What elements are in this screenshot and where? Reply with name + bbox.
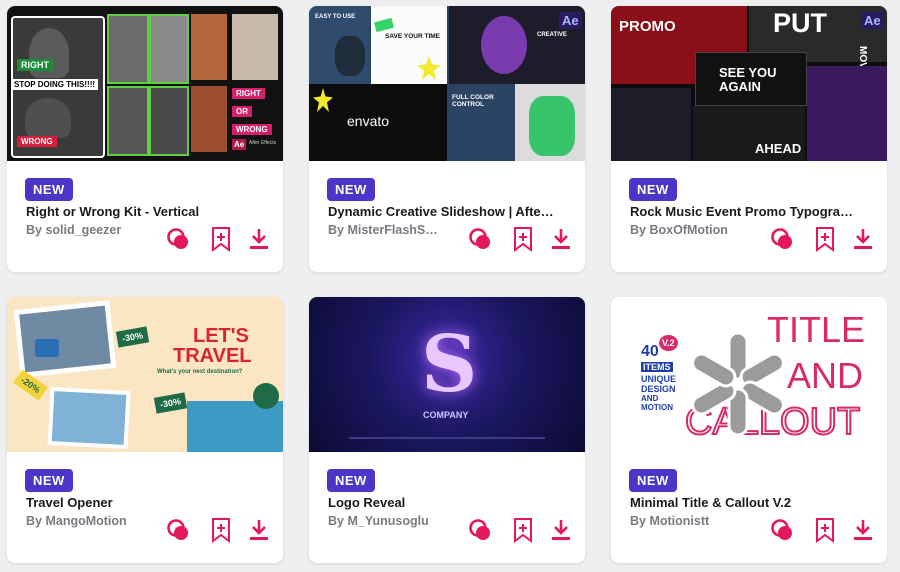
item-actions <box>165 516 275 544</box>
item-thumbnail[interactable]: PROMO PUT Ae MOVE ON SEE YOU AGAIN AHEAD <box>611 6 887 161</box>
item-actions <box>165 225 275 253</box>
thumb-save-label: SAVE YOUR TIME <box>385 33 441 40</box>
preview-icon[interactable] <box>467 225 495 253</box>
item-author[interactable]: By M_Yunusoglu <box>328 514 463 528</box>
item-card[interactable]: EASY TO USE SAVE YOUR TIME CREATIVE Ae e… <box>309 6 585 272</box>
loading-spinner-icon <box>691 331 785 437</box>
thumb-travel-label: TRAVEL <box>173 345 252 367</box>
thumb-ahead-label: AHEAD <box>755 141 802 156</box>
bookmark-icon[interactable] <box>811 516 839 544</box>
thumb-full-label: FULL COLOR CONTROL <box>452 94 494 108</box>
item-title[interactable]: Right or Wrong Kit - Vertical <box>26 204 271 219</box>
thumb-v2-label: V.2 <box>659 335 678 351</box>
preview-icon[interactable] <box>165 225 193 253</box>
thumb-andsmall-label: AND <box>641 394 659 403</box>
thumb-company-label: COMPANY <box>423 410 469 420</box>
item-title[interactable]: Logo Reveal <box>328 495 573 510</box>
bookmark-icon[interactable] <box>509 516 537 544</box>
thumb-dest-label: What's your next destination? <box>157 369 243 375</box>
item-actions <box>467 516 577 544</box>
item-card[interactable]: -30% LET'S TRAVEL What's your next desti… <box>7 297 283 563</box>
bookmark-icon[interactable] <box>811 225 839 253</box>
download-icon[interactable] <box>849 516 877 544</box>
item-title[interactable]: Rock Music Event Promo Typography <box>630 204 860 219</box>
item-grid: RIGHT STOP DOING THIS!!!! WRONG RIGHT OR… <box>0 0 900 572</box>
item-thumbnail[interactable]: TITLE AND CALLOUT 40 V.2 ITEMS UNIQUE DE… <box>611 297 887 452</box>
preview-icon[interactable] <box>769 225 797 253</box>
item-thumbnail[interactable]: EASY TO USE SAVE YOUR TIME CREATIVE Ae e… <box>309 6 585 161</box>
thumb-creative-label: CREATIVE <box>537 32 567 38</box>
thumb-after-label: After Effects <box>249 140 277 146</box>
download-icon[interactable] <box>547 225 575 253</box>
item-card[interactable]: RIGHT STOP DOING THIS!!!! WRONG RIGHT OR… <box>7 6 283 272</box>
item-thumbnail[interactable]: S COMPANY <box>309 297 585 452</box>
bookmark-icon[interactable] <box>207 225 235 253</box>
thumb-num-label: 40 <box>641 343 659 360</box>
item-actions <box>769 516 879 544</box>
thumb-put-label: PUT <box>773 8 827 38</box>
thumb-envato-label: envato <box>347 113 390 129</box>
download-icon[interactable] <box>547 516 575 544</box>
thumb-items-label: ITEMS <box>641 362 673 372</box>
thumb-right2-label: RIGHT <box>232 88 265 99</box>
thumb-promo-label: PROMO <box>619 18 676 35</box>
item-author[interactable]: By MisterFlashStudio <box>328 223 440 237</box>
preview-icon[interactable] <box>467 516 495 544</box>
item-thumbnail[interactable]: RIGHT STOP DOING THIS!!!! WRONG RIGHT OR… <box>7 6 283 161</box>
download-icon[interactable] <box>245 225 273 253</box>
new-badge: NEW <box>629 178 677 201</box>
thumb-design-label: DESIGN <box>641 384 676 394</box>
thumb-ae-badge: Ae <box>559 12 582 29</box>
preview-icon[interactable] <box>769 516 797 544</box>
new-badge: NEW <box>327 469 375 492</box>
thumb-stop-label: STOP DOING THIS!!!! <box>11 79 99 90</box>
thumb-wrong-label: WRONG <box>17 136 57 147</box>
item-actions <box>467 225 577 253</box>
thumb-and-label: AND <box>787 355 864 396</box>
new-badge: NEW <box>25 469 73 492</box>
thumb-unique-label: UNIQUE <box>641 374 677 384</box>
download-icon[interactable] <box>849 225 877 253</box>
item-author[interactable]: By Motionistt <box>630 514 765 528</box>
item-author[interactable]: By solid_geezer <box>26 223 161 237</box>
bookmark-icon[interactable] <box>207 516 235 544</box>
thumb-easy-label: EASY TO USE <box>315 14 356 20</box>
item-thumbnail[interactable]: -30% LET'S TRAVEL What's your next desti… <box>7 297 283 452</box>
thumb-logo-mark: S <box>421 319 478 410</box>
new-badge: NEW <box>327 178 375 201</box>
new-badge: NEW <box>629 469 677 492</box>
thumb-motion-label: MOTION <box>641 403 673 412</box>
thumb-d3-label: -30% <box>153 392 188 414</box>
thumb-right-label: RIGHT <box>17 59 53 71</box>
thumb-or-label: OR <box>232 106 252 117</box>
item-actions <box>769 225 879 253</box>
download-icon[interactable] <box>245 516 273 544</box>
preview-icon[interactable] <box>165 516 193 544</box>
new-badge: NEW <box>25 178 73 201</box>
item-title[interactable]: Dynamic Creative Slideshow | After Effec… <box>328 204 558 219</box>
thumb-d1-label: -30% <box>115 326 150 348</box>
thumb-see-label: SEE YOU AGAIN <box>719 65 777 94</box>
thumb-ae-badge: Ae <box>232 139 247 150</box>
item-title[interactable]: Travel Opener <box>26 495 271 510</box>
item-author[interactable]: By BoxOfMotion <box>630 223 765 237</box>
item-card[interactable]: TITLE AND CALLOUT 40 V.2 ITEMS UNIQUE DE… <box>611 297 887 563</box>
item-card[interactable]: PROMO PUT Ae MOVE ON SEE YOU AGAIN AHEAD… <box>611 6 887 272</box>
thumb-ae-badge: Ae <box>861 12 884 29</box>
bookmark-icon[interactable] <box>509 225 537 253</box>
item-title[interactable]: Minimal Title & Callout V.2 <box>630 495 875 510</box>
thumb-wrong2-label: WRONG <box>232 124 272 135</box>
item-card[interactable]: S COMPANY NEW Logo Reveal By M_Yunusoglu <box>309 297 585 563</box>
item-author[interactable]: By MangoMotion <box>26 514 161 528</box>
